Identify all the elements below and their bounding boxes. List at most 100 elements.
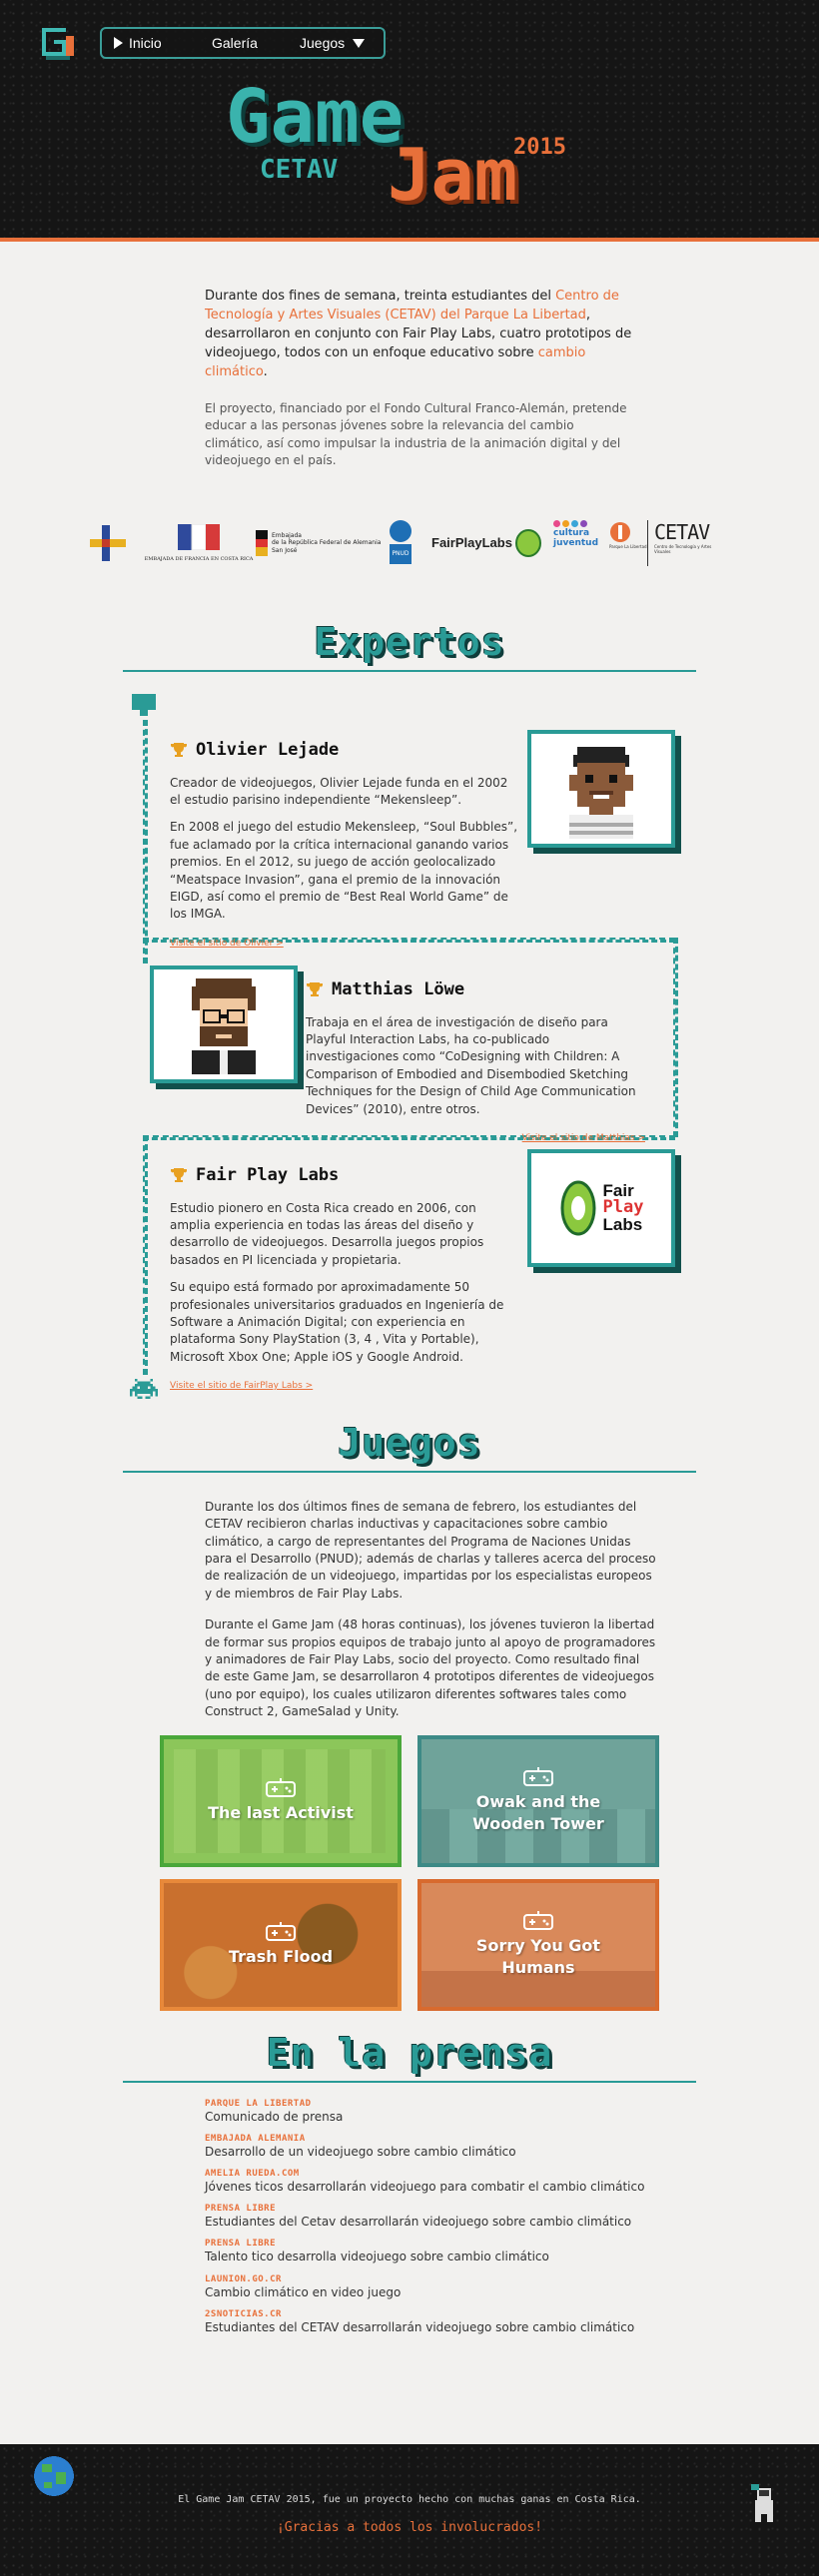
nav-inicio[interactable]: Inicio: [114, 35, 212, 51]
timeline-line-5: [143, 1134, 148, 1375]
expert-name-fairplay-label: Fair Play Labs: [196, 1164, 340, 1185]
prensa-rule: [123, 2080, 696, 2083]
expert-card-olivier: Olivier Lejade Creador de videojuegos, O…: [170, 738, 519, 951]
press-source: Prensa Libre: [205, 2239, 277, 2250]
intro-lead-text-3: .: [263, 363, 268, 379]
logo-cetav[interactable]: CETAV Centro de Tecnología y Artes Visua…: [647, 519, 714, 566]
site-logo[interactable]: [38, 24, 78, 64]
matthias-pixel-avatar: [192, 977, 256, 1074]
timeline-line-3: [673, 937, 678, 1137]
title-year: 2015: [513, 135, 566, 160]
title-word-cetav: CETAV: [260, 155, 338, 185]
press-item[interactable]: amelia rueda.com Jóvenes ticos desarrolla…: [205, 2169, 674, 2195]
expert-olivier-p1: Creador de videojuegos, Olivier Lejade f…: [170, 775, 508, 807]
logo-fondo-franco-aleman[interactable]: [88, 520, 128, 566]
expert-fairplay-p1: Estudio pionero en Costa Rica creado en …: [170, 1200, 484, 1267]
press-title: Desarrollo de un videojuego sobre cambio…: [205, 2144, 516, 2159]
logo-alemania-line3: San José: [272, 546, 298, 554]
gamepad-icon: [266, 1921, 296, 1941]
press-item[interactable]: 2snoticias.cr Estudiantes del CETAV desar…: [205, 2309, 674, 2335]
press-source: amelia rueda.com: [205, 2168, 300, 2179]
astronaut-icon: [751, 2484, 773, 2522]
press-source: Parque La Libertad: [205, 2098, 312, 2109]
game-tile-trash-flood[interactable]: Trash Flood: [160, 1878, 402, 2011]
olivier-portrait: [527, 729, 675, 848]
game-tile-label: Owak and the Wooden Tower: [472, 1792, 604, 1833]
intro-body: El proyecto, financiado por el Fondo Cul…: [205, 400, 627, 468]
game-tile-sorry-humans[interactable]: Sorry You Got Humans: [417, 1878, 659, 2011]
logo-cetav-text: CETAV: [654, 519, 710, 544]
timeline-line-1: [143, 719, 148, 964]
experts-section: Olivier Lejade Creador de videojuegos, O…: [0, 693, 819, 1433]
logo-pnud[interactable]: PNUD: [390, 519, 411, 566]
expert-card-fairplay: Fair Play Labs Estudio pionero en Costa …: [170, 1163, 519, 1394]
press-title: Estudiantes del Cetav desarrollarán vide…: [205, 2215, 632, 2230]
press-source: Prensa Libre: [205, 2204, 277, 2215]
expert-card-matthias: Matthias Löwe Trabaja en el área de inve…: [306, 977, 645, 1145]
press-source: 2snoticias.cr: [205, 2308, 282, 2319]
game-tiles: The last Activist Owak and the Wooden To…: [0, 1734, 819, 2045]
expertos-title: Expertos: [314, 619, 505, 664]
fairplay-logo-box: Fair Play Labs: [527, 1148, 675, 1267]
trophy-icon: [171, 1168, 187, 1183]
hero-header: Inicio Galería Juegos Game Game CETAV Ja…: [0, 0, 819, 242]
nav-juegos[interactable]: Juegos: [300, 35, 366, 51]
intro-lead: Durante dos fines de semana, treinta est…: [205, 288, 634, 382]
site-footer: El Game Jam CETAV 2015, fue un proyecto …: [0, 2444, 819, 2576]
logo-cultura-juventud[interactable]: cultura juventud: [553, 519, 598, 566]
title-word-jam: Jam: [388, 133, 517, 217]
fairplay-logo: Fair Play Labs: [559, 1179, 644, 1237]
press-item[interactable]: Parque La Libertad Comunicado de prensa: [205, 2099, 674, 2125]
game-tile-label: The last Activist: [208, 1802, 354, 1822]
expert-name-olivier-label: Olivier Lejade: [196, 739, 340, 760]
space-invader-icon: [130, 1378, 158, 1400]
nav-galeria[interactable]: Galería: [212, 35, 300, 51]
play-arrow-icon: [114, 37, 123, 49]
press-item[interactable]: Launion.go.cr Cambio climático en video j…: [205, 2274, 674, 2300]
footer-thanks: ¡Gracias a todos los involucrados!: [276, 2520, 543, 2535]
expert-name-matthias-label: Matthias Löwe: [332, 978, 465, 999]
press-title: Estudiantes del CETAV desarrollarán vide…: [205, 2319, 635, 2334]
nav-juegos-label: Juegos: [300, 35, 346, 51]
trophy-icon: [307, 982, 323, 997]
logo-embajada-alemania[interactable]: Embajada de la República Federal de Alem…: [256, 520, 381, 566]
logo-pnud-text: PNUD: [390, 543, 411, 564]
nav-inicio-label: Inicio: [129, 35, 162, 51]
game-tile-label: Trash Flood: [228, 1946, 334, 1966]
fairplay-logo-word-3: Labs: [602, 1215, 643, 1235]
logo-embajada-francia[interactable]: EMBAJADA DE FRANCIA EN COSTA RICA: [145, 520, 253, 566]
fairplay-logo-word-2: Play: [602, 1197, 644, 1218]
press-source: Launion.go.cr: [205, 2273, 282, 2284]
timeline-start-marker: [132, 693, 156, 716]
logo-francia-text: EMBAJADA DE FRANCIA EN COSTA RICA: [144, 555, 254, 562]
logo-fairplay-labs[interactable]: FairPlayLabs: [431, 520, 542, 566]
matthias-site-link[interactable]: Visite el sitio de Matthias >: [522, 1133, 645, 1143]
olivier-pixel-avatar: [569, 746, 633, 839]
main-nav: Inicio Galería Juegos: [100, 27, 386, 59]
footer-credit: El Game Jam CETAV 2015, fue un proyecto …: [178, 2494, 641, 2505]
nav-galeria-label: Galería: [212, 35, 258, 51]
game-jam-title: Game Game CETAV Jam Jam 2015: [226, 78, 566, 221]
press-title: Comunicado de prensa: [205, 2109, 344, 2124]
game-tile-label: Sorry You Got Humans: [475, 1936, 601, 1977]
games-p2: Durante el Game Jam (48 horas continuas)…: [205, 1617, 656, 1719]
press-item[interactable]: Prensa Libre Estudiantes del Cetav desarr…: [205, 2204, 674, 2230]
olivier-site-link[interactable]: Visite el sitio de Olivier >: [170, 939, 284, 949]
press-item[interactable]: Prensa Libre Talento tico desarrolla vide…: [205, 2239, 674, 2264]
game-tile-last-activist[interactable]: The last Activist: [160, 1734, 402, 1867]
logo-alemania-line1: Embajada: [272, 531, 302, 539]
press-item[interactable]: Embajada Alemania Desarrollo de un videoj…: [205, 2134, 674, 2160]
logo-fairplay-text: FairPlayLabs: [431, 535, 512, 551]
expert-fairplay-p2: Su equipo está formado por aproximadamen…: [170, 1280, 504, 1364]
fairplay-site-link[interactable]: Visite el sitio de FairPlay Labs >: [170, 1381, 313, 1391]
game-tile-owak[interactable]: Owak and the Wooden Tower: [417, 1734, 659, 1867]
games-p1: Durante los dos últimos fines de semana …: [205, 1499, 656, 1601]
logo-parque-libertad[interactable]: Parque La Libertad: [609, 520, 647, 566]
matthias-portrait: [150, 965, 298, 1083]
expert-name-olivier: Olivier Lejade: [170, 738, 519, 763]
press-list: Parque La Libertad Comunicado de prensa E…: [205, 2099, 674, 2335]
gamepad-icon: [523, 1767, 553, 1786]
juegos-rule: [123, 1470, 696, 1473]
trophy-icon: [171, 743, 187, 758]
logo-alemania-line2: de la República Federal de Alemania: [272, 539, 382, 547]
